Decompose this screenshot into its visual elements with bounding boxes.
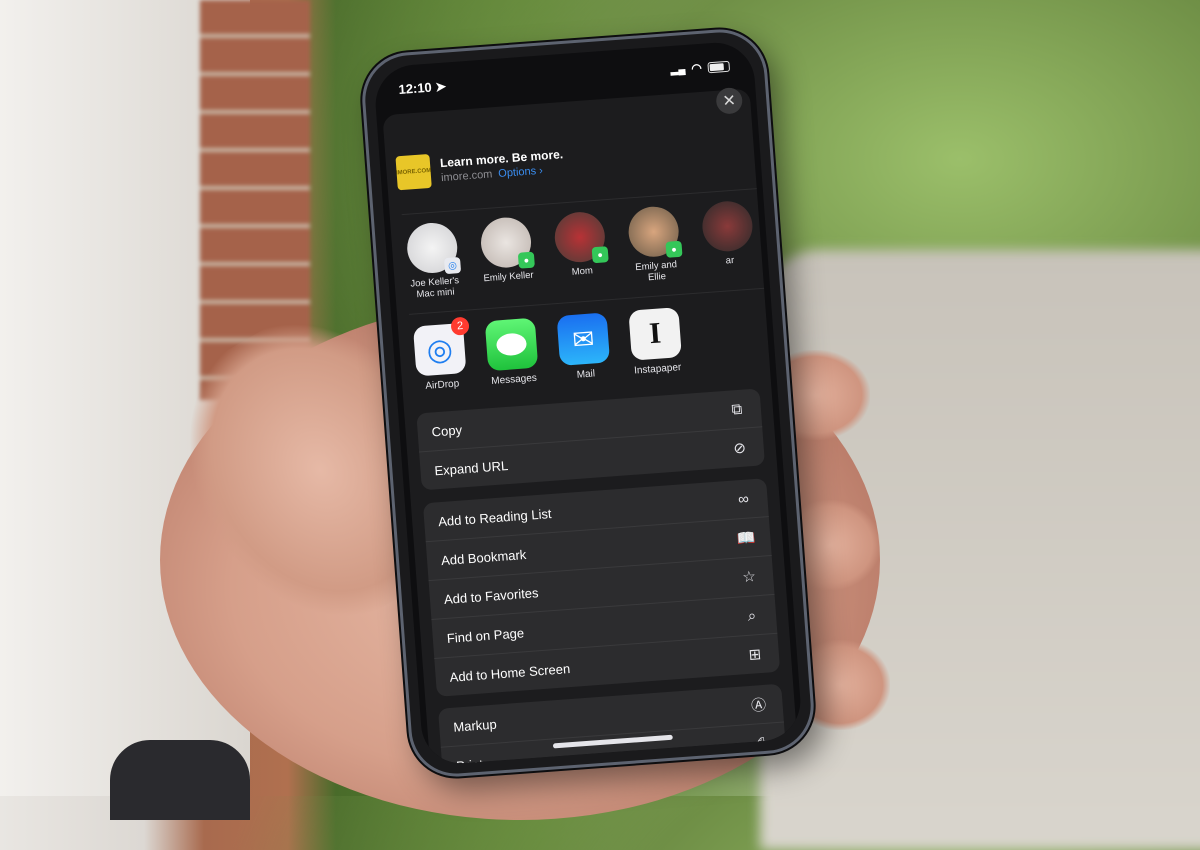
airdrop-icon: ◎ 2 [412,316,470,377]
airdrop-badge-icon: ◎ [444,256,462,275]
action-group-2: Add to Reading List ∞ Add Bookmark 📖 Add t… [422,478,781,697]
person-item[interactable]: ar [698,199,760,293]
person-label: ar [725,254,735,267]
group-avatar: ● [626,204,683,259]
options-link[interactable]: Options › [498,165,543,180]
app-label: Instapaper [633,362,682,377]
person-label: Emily and Ellie [634,259,678,284]
mac-mini-avatar: ◎ [405,221,462,275]
sleeve [110,740,250,820]
action-label: Add to Reading List [437,505,552,529]
close-button[interactable]: ✕ [715,86,744,115]
person-item[interactable]: ● Mom [550,210,612,304]
page-domain: imore.com [440,168,493,185]
action-label: Copy [431,421,463,440]
app-label: Messages [490,372,538,388]
copy-icon: ⧉ [730,400,743,418]
action-label: Find on Page [446,624,525,646]
search-icon: ⌕ [747,606,757,625]
wifi-icon: ◠ [690,60,703,76]
share-sheet: ✕ IMORE.COM Learn more. Be more. imore.c… [382,86,798,766]
book-icon: 📖 [736,529,757,548]
action-label: Expand URL [433,457,509,478]
printer-icon: ⎙ [754,734,768,753]
add-square-icon: ⊞ [747,646,762,664]
avatar [700,199,755,254]
location-arrow-icon: ➤ [434,78,447,95]
action-label: Add Bookmark [440,546,527,568]
app-label: Mail [576,368,596,381]
messages-badge-icon: ● [517,251,535,269]
app-messages[interactable]: Messages [482,317,544,405]
avatar: ● [479,215,535,270]
notification-badge: 2 [450,316,470,336]
app-mail[interactable]: ✉ Mail [554,312,616,400]
status-time: 12:10 ➤ [397,78,447,98]
action-label: Add to Home Screen [449,660,571,685]
signal-icon: ▂▄ [670,63,686,76]
instapaper-icon: I [628,307,682,361]
app-airdrop[interactable]: ◎ 2 AirDrop [410,316,472,411]
battery-icon [707,60,731,73]
person-item[interactable]: ● Emily and Ellie [624,204,686,299]
action-label: Markup [452,716,498,735]
compass-icon: ⊘ [732,439,747,458]
markup-icon: Ⓐ [750,696,767,715]
glasses-icon: ∞ [737,490,750,508]
action-label: Add to Favorites [443,584,539,607]
person-item[interactable]: ◎ Joe Keller's Mac mini [402,221,464,315]
avatar: ● [553,210,609,264]
messages-badge-icon: ● [665,240,683,258]
person-label: Joe Keller's Mac mini [410,275,460,301]
messages-badge-icon: ● [591,246,609,264]
iphone: 12:10 ➤ ▂▄ ◠ ✕ IMORE.COM Learn more. Be … [358,26,818,780]
messages-icon [484,317,539,372]
share-header: IMORE.COM Learn more. Be more. imore.com… [395,123,746,198]
mail-icon: ✉ [556,312,611,366]
app-instapaper[interactable]: I Instapaper [625,307,687,395]
person-label: Emily Keller [483,269,534,285]
person-item[interactable]: ● Emily Keller [476,215,538,310]
phone-screen: 12:10 ➤ ▂▄ ◠ ✕ IMORE.COM Learn more. Be … [372,40,804,766]
action-label: Print [455,756,484,766]
person-label: Mom [571,265,594,278]
action-group-3: Markup Ⓐ Print ⎙ [437,683,787,766]
app-label: AirDrop [424,378,460,392]
page-thumbnail: IMORE.COM [395,153,432,191]
star-icon: ☆ [741,568,757,587]
